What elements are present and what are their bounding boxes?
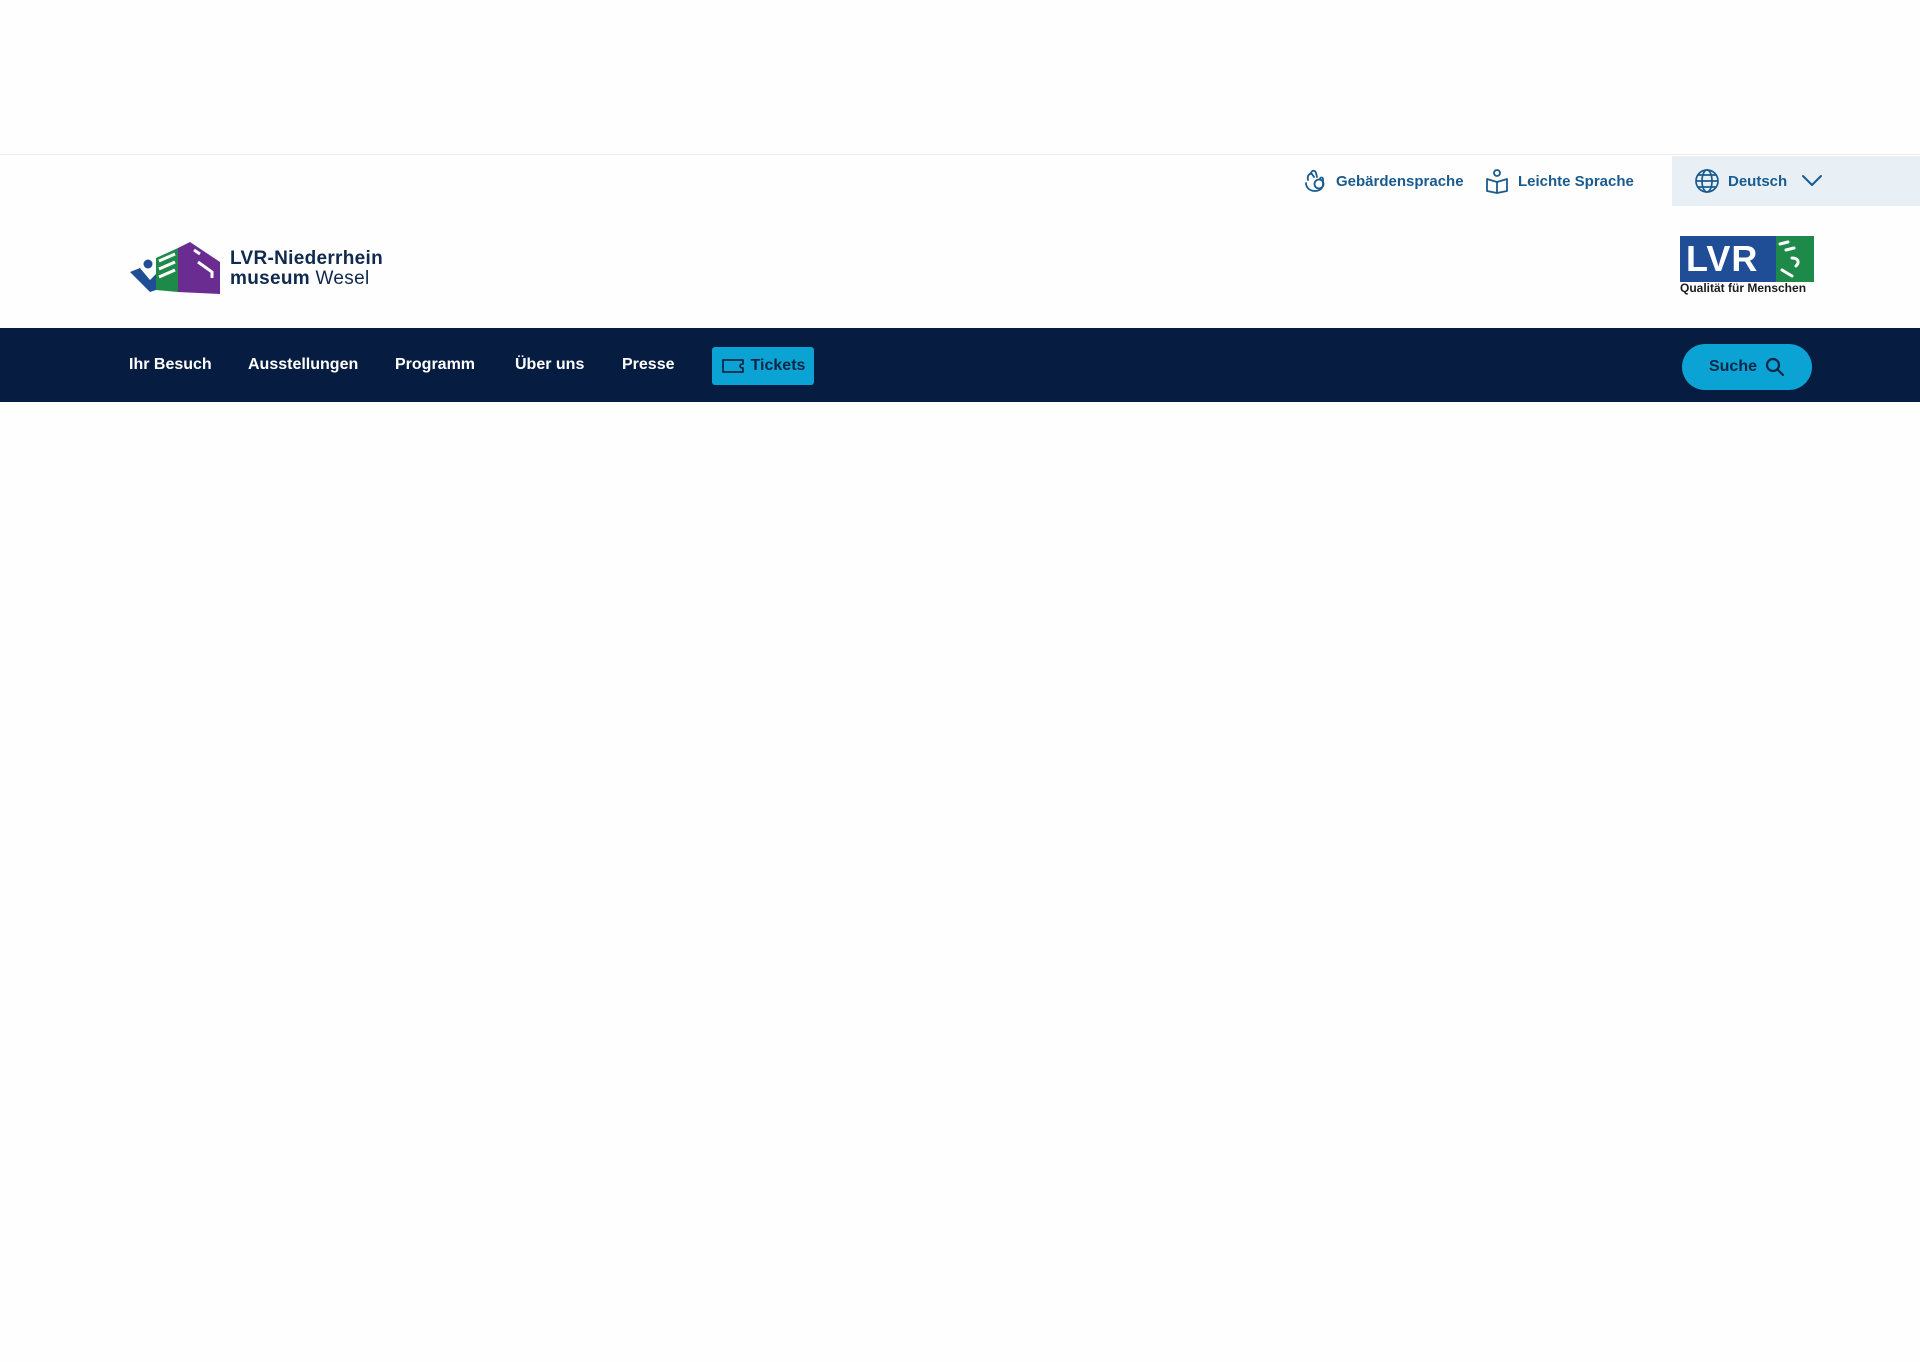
- museum-logo-text: LVR-Niederrhein museum Wesel: [230, 249, 383, 289]
- museum-logo-link[interactable]: LVR-Niederrhein museum Wesel: [128, 234, 383, 298]
- museum-name-line1: LVR-Niederrhein: [230, 248, 384, 269]
- lvr-logo-mark: LVR: [1680, 236, 1814, 282]
- search-label: Suche: [1708, 358, 1757, 375]
- utility-bar: Gebärdensprache Leichte Sprache Deutsch: [0, 156, 1920, 206]
- lvr-logo-link[interactable]: LVR Qualität für Menschen: [1680, 236, 1814, 298]
- lvr-logo-green-panel: [1776, 236, 1814, 282]
- globe-icon: [1695, 169, 1719, 193]
- search-icon: [1765, 357, 1785, 377]
- lvr-tagline: Qualität für Menschen: [1680, 281, 1807, 295]
- sign-language-label: Gebärdensprache: [1336, 172, 1464, 190]
- sign-language-icon: [1305, 169, 1325, 192]
- sign-language-link[interactable]: Gebärdensprache: [1302, 156, 1464, 206]
- nav-item-programm[interactable]: Programm: [395, 328, 475, 402]
- tickets-button[interactable]: Tickets: [712, 347, 814, 385]
- nav-item-presse[interactable]: Presse: [622, 328, 675, 402]
- easy-language-icon: [1486, 169, 1508, 194]
- museum-name-line2: museum Wesel: [230, 269, 383, 289]
- easy-language-label: Leichte Sprache: [1518, 172, 1634, 190]
- main-navigation: Ihr Besuch Ausstellungen Programm Über u…: [0, 328, 1920, 402]
- lvr-face-icon: [1778, 240, 1800, 278]
- ticket-icon: [721, 359, 744, 373]
- nav-item-ueber-uns[interactable]: Über uns: [515, 328, 584, 402]
- nav-item-ihr-besuch[interactable]: Ihr Besuch: [129, 328, 212, 402]
- chevron-down-icon: [1802, 175, 1823, 186]
- easy-language-link[interactable]: Leichte Sprache: [1484, 156, 1634, 206]
- tickets-label: Tickets: [750, 357, 806, 374]
- museum-logo-icon: [130, 242, 220, 294]
- lvr-logo-text: LVR: [1680, 236, 1776, 282]
- top-whitespace: [0, 0, 1920, 155]
- language-label: Deutsch: [1728, 172, 1788, 190]
- nav-item-ausstellungen[interactable]: Ausstellungen: [248, 328, 358, 402]
- main-content-empty: [0, 402, 1920, 1362]
- museum-word: museum: [230, 268, 310, 289]
- language-selector[interactable]: Deutsch: [1672, 156, 1920, 206]
- museum-city: Wesel: [309, 268, 370, 289]
- brand-row: LVR-Niederrhein museum Wesel LVR Qualitä…: [0, 206, 1920, 328]
- search-button[interactable]: Suche: [1682, 344, 1812, 390]
